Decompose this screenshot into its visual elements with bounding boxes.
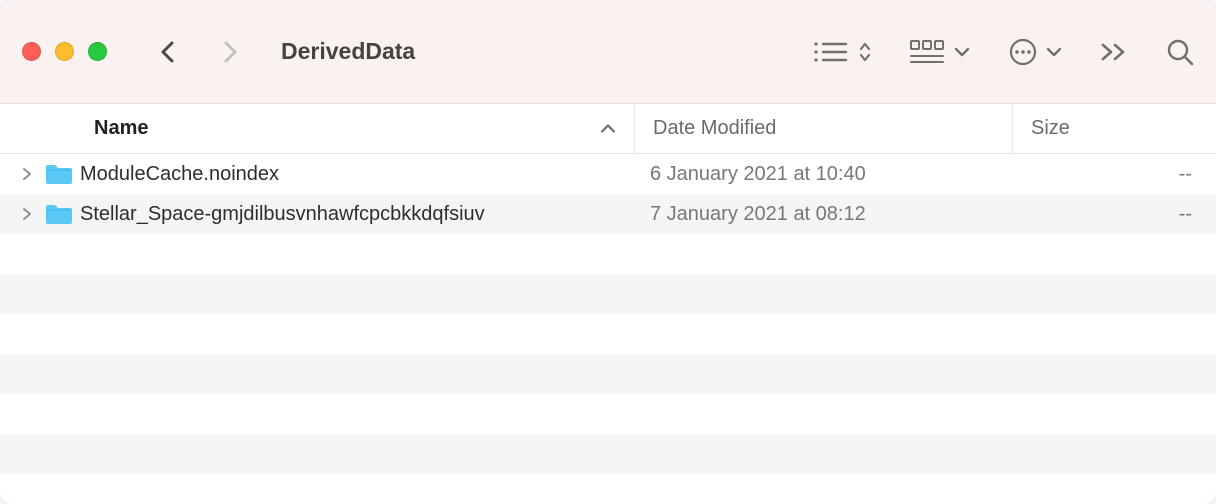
empty-row: [0, 354, 1216, 394]
search-icon: [1166, 38, 1194, 66]
column-name-label: Name: [94, 117, 148, 140]
file-name: Stellar_Space-gmjdilbusvnhawfcpcbkkdqfsi…: [80, 203, 485, 226]
sort-ascending-icon: [600, 117, 616, 140]
up-down-chevron-icon: [858, 40, 872, 64]
ellipsis-circle-icon: [1008, 37, 1038, 67]
empty-row: [0, 434, 1216, 474]
view-list-button[interactable]: [812, 39, 872, 65]
toolbar: DerivedData: [0, 0, 1216, 104]
minimize-button[interactable]: [55, 42, 74, 61]
column-header: Name Date Modified Size: [0, 104, 1216, 154]
list-icon: [812, 39, 850, 65]
file-date-modified: 7 January 2021 at 08:12: [634, 203, 1012, 226]
empty-row: [0, 234, 1216, 274]
chevron-right-icon: [222, 40, 238, 64]
forward-button[interactable]: [221, 39, 239, 65]
chevron-down-icon: [954, 46, 970, 58]
file-list: ModuleCache.noindex 6 January 2021 at 10…: [0, 154, 1216, 504]
zoom-button[interactable]: [88, 42, 107, 61]
file-size: --: [1012, 163, 1216, 186]
column-name[interactable]: Name: [0, 104, 634, 153]
folder-icon: [44, 162, 74, 186]
column-size[interactable]: Size: [1012, 104, 1216, 153]
navigation-buttons: [159, 39, 239, 65]
chevron-right-icon: [22, 167, 32, 181]
action-button[interactable]: [1008, 37, 1062, 67]
column-size-label: Size: [1031, 117, 1070, 140]
disclosure-triangle[interactable]: [22, 167, 38, 181]
chevron-right-icon: [22, 207, 32, 221]
empty-row: [0, 274, 1216, 314]
grid-group-icon: [910, 39, 946, 65]
finder-window: DerivedData: [0, 0, 1216, 504]
overflow-button[interactable]: [1100, 42, 1128, 62]
table-row[interactable]: ModuleCache.noindex 6 January 2021 at 10…: [0, 154, 1216, 194]
group-button[interactable]: [910, 39, 970, 65]
chevron-down-icon: [1046, 46, 1062, 58]
file-name: ModuleCache.noindex: [80, 163, 279, 186]
file-date-modified: 6 January 2021 at 10:40: [634, 163, 1012, 186]
empty-row: [0, 394, 1216, 434]
search-button[interactable]: [1166, 38, 1194, 66]
chevron-left-icon: [160, 40, 176, 64]
window-title: DerivedData: [281, 38, 415, 65]
disclosure-triangle[interactable]: [22, 207, 38, 221]
folder-icon: [44, 202, 74, 226]
double-chevron-right-icon: [1100, 42, 1128, 62]
empty-row: [0, 474, 1216, 504]
file-size: --: [1012, 203, 1216, 226]
close-button[interactable]: [22, 42, 41, 61]
back-button[interactable]: [159, 39, 177, 65]
column-date-modified[interactable]: Date Modified: [634, 104, 1012, 153]
column-date-label: Date Modified: [653, 117, 776, 140]
window-controls: [22, 42, 107, 61]
toolbar-actions: [812, 37, 1194, 67]
empty-row: [0, 314, 1216, 354]
table-row[interactable]: Stellar_Space-gmjdilbusvnhawfcpcbkkdqfsi…: [0, 194, 1216, 234]
